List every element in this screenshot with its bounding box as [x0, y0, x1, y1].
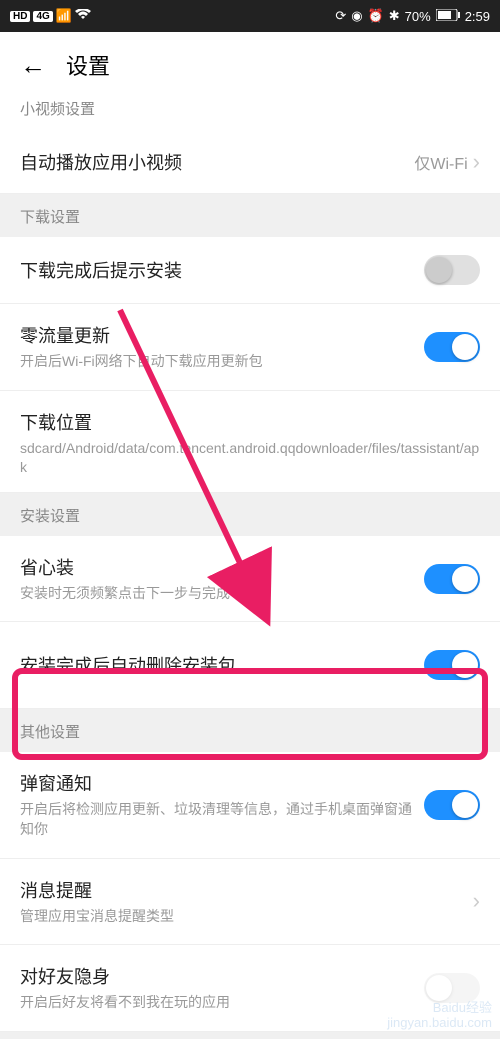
section-header-other: 其他设置 — [0, 709, 500, 752]
item-label: 安装完成后自动删除安装包 — [20, 652, 424, 678]
section-header-video: 小视频设置 — [0, 98, 500, 131]
hd-badge: HD — [10, 11, 30, 22]
clock-time: 2:59 — [465, 9, 490, 24]
item-download-location[interactable]: 下载位置 sdcard/Android/data/com.tencent.and… — [0, 391, 500, 493]
bluetooth-icon: ✱ — [389, 8, 400, 24]
item-sub: 开启后Wi-Fi网络下自动下载应用更新包 — [20, 352, 424, 372]
toggle-popup-notify[interactable] — [424, 790, 480, 820]
page-title: 设置 — [66, 49, 110, 81]
item-label: 消息提醒 — [20, 877, 473, 903]
item-easy-install: 省心装 安装时无须频繁点击下一步与完成 — [0, 536, 500, 623]
item-label: 省心装 — [20, 554, 424, 580]
item-label: 对好友隐身 — [20, 963, 424, 989]
toggle-zero-data[interactable] — [424, 332, 480, 362]
app-header: ← 设置 — [0, 32, 500, 98]
item-label: 零流量更新 — [20, 322, 424, 348]
back-icon[interactable]: ← — [20, 50, 46, 81]
watermark: Baidu经验 jingyan.baidu.com — [387, 1000, 492, 1031]
toggle-auto-delete[interactable] — [424, 650, 480, 680]
alarm-icon: ⏰ — [368, 8, 384, 24]
item-prompt-install: 下载完成后提示安装 — [0, 237, 500, 304]
item-label: 自动播放应用小视频 — [20, 149, 414, 175]
item-message-remind[interactable]: 消息提醒 管理应用宝消息提醒类型 › — [0, 859, 500, 946]
toggle-hide-friends[interactable] — [424, 973, 480, 1003]
status-bar: HD 4G 📶 ⟳ ◉ ⏰ ✱ 70% 2:59 — [0, 0, 500, 32]
sync-icon: ⟳ — [335, 8, 346, 24]
toggle-prompt-install[interactable] — [424, 255, 480, 285]
battery-icon — [436, 9, 460, 24]
item-zero-data-update: 零流量更新 开启后Wi-Fi网络下自动下载应用更新包 — [0, 304, 500, 391]
item-sub: 安装时无须频繁点击下一步与完成 — [20, 584, 424, 604]
item-label: 下载位置 — [20, 409, 480, 435]
signal-icon: 📶 — [56, 8, 72, 24]
item-autoplay[interactable]: 自动播放应用小视频 仅Wi-Fi › — [0, 131, 500, 194]
item-auto-delete-apk: 安装完成后自动删除安装包 — [0, 622, 500, 709]
eye-icon: ◉ — [351, 8, 362, 24]
chevron-right-icon: › — [473, 149, 480, 175]
battery-pct: 70% — [405, 9, 431, 24]
toggle-easy-install[interactable] — [424, 564, 480, 594]
section-header-install: 安装设置 — [0, 493, 500, 536]
item-popup-notify: 弹窗通知 开启后将检测应用更新、垃圾清理等信息，通过手机桌面弹窗通知你 — [0, 752, 500, 858]
section-header-download: 下载设置 — [0, 194, 500, 237]
item-sub: 开启后好友将看不到我在玩的应用 — [20, 993, 424, 1013]
wifi-icon — [75, 8, 91, 24]
item-sub: sdcard/Android/data/com.tencent.android.… — [20, 439, 480, 478]
item-value: 仅Wi-Fi — [414, 150, 467, 174]
item-sub: 管理应用宝消息提醒类型 — [20, 907, 473, 927]
item-label: 弹窗通知 — [20, 770, 424, 796]
item-sub: 开启后将检测应用更新、垃圾清理等信息，通过手机桌面弹窗通知你 — [20, 800, 424, 839]
chevron-right-icon: › — [473, 888, 480, 914]
item-label: 下载完成后提示安装 — [20, 257, 424, 283]
network-badge: 4G — [33, 11, 52, 22]
